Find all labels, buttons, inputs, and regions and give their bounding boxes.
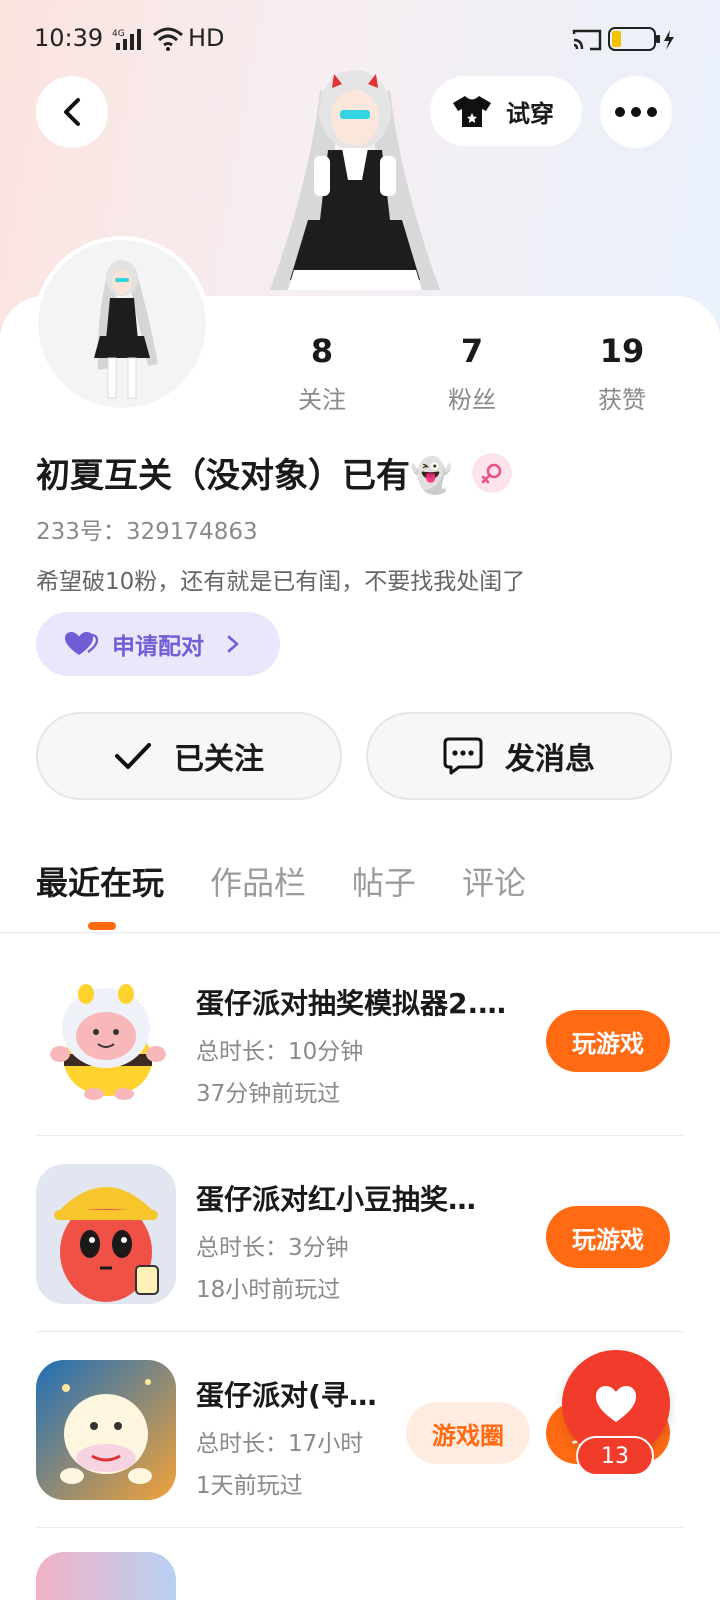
back-arrow-icon [64, 98, 80, 126]
send-message-button[interactable]: 发消息 [366, 712, 672, 800]
hd-indicator: HD [188, 24, 225, 52]
game-icon-eggy-party [36, 1360, 176, 1500]
play-game-button[interactable]: 玩游戏 [546, 1206, 670, 1268]
play-game-button[interactable]: 玩游戏 [546, 1010, 670, 1072]
try-on-label: 试穿 [506, 99, 554, 128]
likes-label: 获赞 [598, 386, 646, 414]
tab-works[interactable]: 作品栏 [210, 858, 306, 904]
battery-icon [608, 27, 674, 51]
followed-button[interactable]: 已关注 [36, 712, 342, 800]
stat-likes[interactable]: 19 获赞 [562, 332, 682, 415]
game-last-played: 18小时前玩过 [196, 1277, 341, 1303]
tshirt-icon [453, 96, 491, 127]
female-gender-icon [472, 452, 513, 493]
stat-fans[interactable]: 7 粉丝 [412, 332, 532, 415]
fans-count: 7 [460, 332, 484, 370]
game-title: 蛋仔派对红小豆抽奖… [196, 1183, 477, 1216]
nickname: 初夏互关（没对象）已有👻 [36, 456, 453, 496]
game-icon-red-bean-eggy [36, 1164, 176, 1304]
followed-label: 已关注 [174, 742, 264, 777]
cellular-signal-icon: 4G [112, 29, 141, 50]
chevron-right-icon [227, 635, 239, 653]
game-icon-bee-eggy [36, 968, 176, 1108]
avatar[interactable] [38, 240, 206, 408]
fans-label: 粉丝 [448, 386, 496, 414]
heart-icon [596, 1386, 636, 1422]
send-message-label: 发消息 [505, 742, 595, 777]
avatar-character-illustration [250, 60, 460, 300]
tab-posts[interactable]: 帖子 [352, 858, 416, 904]
list-item[interactable]: 蛋仔派对抽奖模拟器2.… 总时长：10分钟 37分钟前玩过 玩游戏 [0, 940, 720, 1136]
stat-following[interactable]: 8 关注 [262, 332, 382, 415]
more-dots-icon [615, 107, 657, 117]
game-last-played: 37分钟前玩过 [196, 1081, 341, 1107]
game-title: 蛋仔派对抽奖模拟器2.… [196, 987, 507, 1020]
try-on-button[interactable]: 试穿 [430, 76, 582, 146]
bio-text: 希望破10粉，还有就是已有闺，不要找我处闺了 [36, 569, 526, 595]
likes-count: 19 [599, 332, 645, 370]
more-button[interactable] [600, 76, 672, 148]
double-heart-icon [65, 632, 98, 655]
game-title: 蛋仔派对(寻… [196, 1379, 377, 1412]
game-last-played: 1天前玩过 [196, 1473, 303, 1499]
tab-comments[interactable]: 评论 [462, 858, 526, 904]
game-duration: 总时长：3分钟 [196, 1235, 349, 1261]
status-time: 10:39 [34, 24, 104, 52]
game-icon-partial [36, 1552, 176, 1600]
wifi-icon [153, 27, 183, 51]
tabs-divider [0, 932, 720, 933]
request-pair-label: 申请配对 [112, 634, 204, 660]
game-duration: 总时长：17小时 [196, 1431, 364, 1457]
request-pair-button[interactable]: 申请配对 [36, 612, 280, 676]
game-circle-button[interactable]: 游戏圈 [406, 1402, 530, 1464]
back-button[interactable] [36, 76, 108, 148]
profile-tabs: 最近在玩 作品栏 帖子 评论 [36, 858, 526, 904]
user-id: 233号：329174863 [36, 519, 258, 545]
nickname-row: 初夏互关（没对象）已有👻 [36, 448, 513, 497]
cast-icon [572, 29, 602, 51]
like-count-badge: 13 [576, 1436, 654, 1476]
row-divider [36, 1527, 684, 1528]
ghost-emoji: 👻 [410, 456, 453, 496]
following-count: 8 [310, 332, 334, 370]
svg-text:4G: 4G [112, 29, 125, 39]
chat-bubble-icon [443, 737, 483, 775]
checkmark-icon [115, 743, 151, 769]
following-label: 关注 [298, 386, 346, 414]
tab-recently-played[interactable]: 最近在玩 [36, 858, 164, 904]
active-tab-indicator [88, 922, 116, 930]
game-duration: 总时长：10分钟 [196, 1039, 364, 1065]
list-item[interactable]: 蛋仔派对红小豆抽奖… 总时长：3分钟 18小时前玩过 玩游戏 [0, 1136, 720, 1332]
